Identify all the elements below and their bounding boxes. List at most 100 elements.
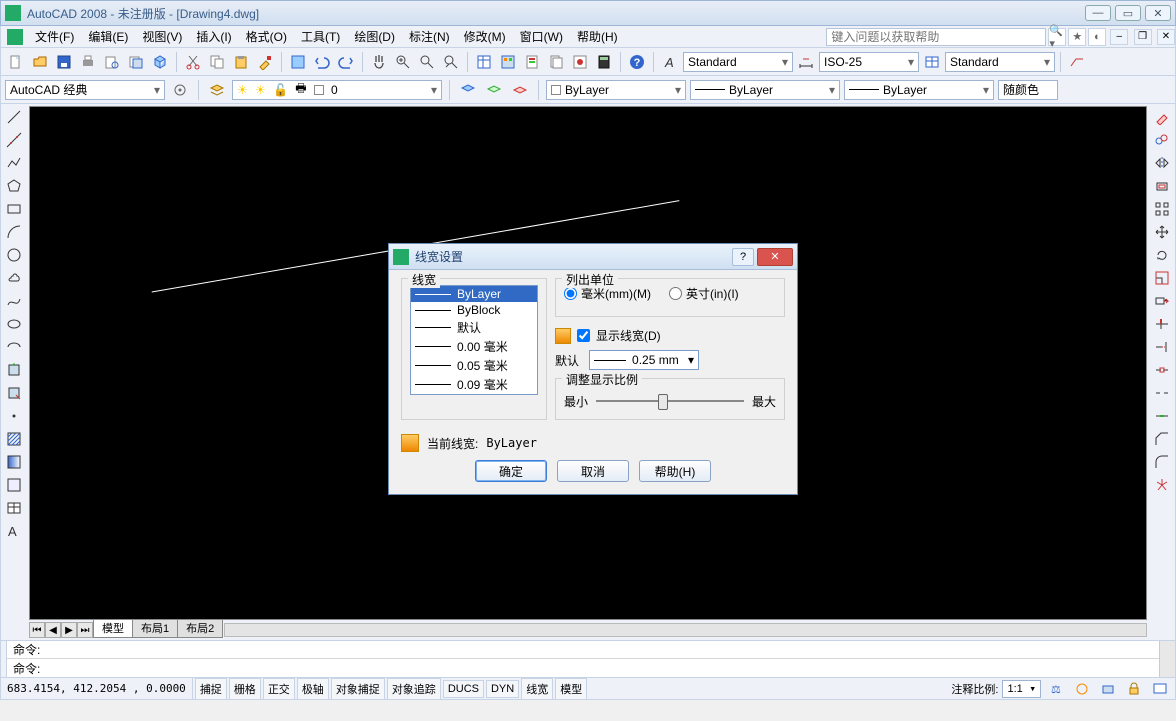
line-icon[interactable]: [3, 106, 25, 128]
lw-item-013[interactable]: 0.13 毫米: [411, 394, 537, 395]
save-icon[interactable]: [53, 51, 75, 73]
linetype-combo[interactable]: ByLayer▾: [690, 80, 840, 100]
radio-mm-input[interactable]: [564, 287, 577, 300]
ellipse-arc-icon[interactable]: [3, 336, 25, 358]
print-icon[interactable]: [77, 51, 99, 73]
dialog-title-bar[interactable]: 线宽设置 ? ✕: [389, 244, 797, 270]
toggle-grid[interactable]: 栅格: [229, 678, 261, 700]
menu-dimension[interactable]: 标注(N): [403, 26, 456, 47]
dialog-help-icon[interactable]: ?: [732, 248, 754, 266]
zoom-prev-icon[interactable]: [440, 51, 462, 73]
mdi-restore[interactable]: ❐: [1134, 29, 1152, 45]
join-icon[interactable]: [1151, 405, 1173, 427]
menu-edit[interactable]: 编辑(E): [82, 26, 134, 47]
plotstyle-combo[interactable]: 随颜色: [998, 80, 1058, 100]
erase-icon[interactable]: [1151, 106, 1173, 128]
hatch-icon[interactable]: [3, 428, 25, 450]
fillet-icon[interactable]: [1151, 451, 1173, 473]
lock-ui-icon[interactable]: [1123, 678, 1145, 700]
toggle-ducs[interactable]: DUCS: [443, 680, 484, 698]
slider-thumb[interactable]: [658, 394, 668, 410]
menu-tools[interactable]: 工具(T): [295, 26, 346, 47]
make-block-icon[interactable]: [3, 382, 25, 404]
gradient-icon[interactable]: [3, 451, 25, 473]
point-icon[interactable]: [3, 405, 25, 427]
menu-modify[interactable]: 修改(M): [458, 26, 512, 47]
offset-icon[interactable]: [1151, 175, 1173, 197]
help-search-input[interactable]: [826, 28, 1046, 46]
help-icon[interactable]: ?: [626, 51, 648, 73]
match-props-icon[interactable]: [254, 51, 276, 73]
trim-icon[interactable]: [1151, 313, 1173, 335]
chamfer-icon[interactable]: [1151, 428, 1173, 450]
publish-icon[interactable]: [125, 51, 147, 73]
table-style-combo[interactable]: Standard▾: [945, 52, 1055, 72]
lw-item-default[interactable]: 默认: [411, 318, 537, 337]
mirror-icon[interactable]: [1151, 152, 1173, 174]
favorite-icon[interactable]: ★: [1068, 28, 1086, 46]
anno-visibility-icon[interactable]: ⚖: [1045, 678, 1067, 700]
display-scale-slider[interactable]: [596, 391, 744, 411]
sheet-set-icon[interactable]: [545, 51, 567, 73]
menu-format[interactable]: 格式(O): [240, 26, 293, 47]
workspace-settings-icon[interactable]: [169, 79, 191, 101]
paste-icon[interactable]: [230, 51, 252, 73]
menu-draw[interactable]: 绘图(D): [348, 26, 401, 47]
tab-next-icon[interactable]: ▶: [61, 622, 77, 638]
properties-icon[interactable]: [473, 51, 495, 73]
tab-first-icon[interactable]: ⏮: [29, 622, 45, 638]
tab-last-icon[interactable]: ⏭: [77, 622, 93, 638]
dim-style-icon[interactable]: [795, 51, 817, 73]
region-icon[interactable]: [3, 474, 25, 496]
quickcalc-icon[interactable]: [593, 51, 615, 73]
coords-readout[interactable]: 683.4154, 412.2054 , 0.0000: [1, 678, 193, 699]
menu-view[interactable]: 视图(V): [136, 26, 188, 47]
explode-icon[interactable]: [1151, 474, 1173, 496]
copy-obj-icon[interactable]: [1151, 129, 1173, 151]
workspace-combo[interactable]: AutoCAD 经典▾: [5, 80, 165, 100]
tab-layout1[interactable]: 布局1: [132, 619, 178, 638]
pan-icon[interactable]: [368, 51, 390, 73]
mtext-icon[interactable]: A: [3, 520, 25, 542]
break-point-icon[interactable]: [1151, 359, 1173, 381]
lw-item-005[interactable]: 0.05 毫米: [411, 356, 537, 375]
show-lw-checkbox[interactable]: [577, 329, 590, 342]
table-style-icon[interactable]: [921, 51, 943, 73]
layer-state-icon[interactable]: [457, 79, 479, 101]
menu-window[interactable]: 窗口(W): [514, 26, 569, 47]
insert-block-icon[interactable]: [3, 359, 25, 381]
help-button[interactable]: 帮助(H): [639, 460, 711, 482]
layer-iso-icon[interactable]: [509, 79, 531, 101]
toggle-ortho[interactable]: 正交: [263, 678, 295, 700]
rectangle-icon[interactable]: [3, 198, 25, 220]
radio-inch-input[interactable]: [669, 287, 682, 300]
polygon-icon[interactable]: [3, 175, 25, 197]
stretch-icon[interactable]: [1151, 290, 1173, 312]
minimize-button[interactable]: —: [1085, 5, 1111, 21]
toggle-osnap[interactable]: 对象捕捉: [331, 678, 385, 700]
cancel-button[interactable]: 取消: [557, 460, 629, 482]
menu-insert[interactable]: 插入(I): [190, 26, 237, 47]
text-style-combo[interactable]: Standard▾: [683, 52, 793, 72]
break-icon[interactable]: [1151, 382, 1173, 404]
lw-item-bylayer[interactable]: ByLayer: [411, 286, 537, 302]
hscrollbar[interactable]: [224, 623, 1147, 637]
scale-icon[interactable]: [1151, 267, 1173, 289]
search-dropdown-icon[interactable]: 🔍▾: [1048, 28, 1066, 46]
radio-inch[interactable]: 英寸(in)(I): [669, 285, 739, 302]
dialog-close-icon[interactable]: ✕: [757, 248, 793, 266]
lw-item-009[interactable]: 0.09 毫米: [411, 375, 537, 394]
zoom-realtime-icon[interactable]: [392, 51, 414, 73]
tool-palettes-icon[interactable]: [521, 51, 543, 73]
ellipse-icon[interactable]: [3, 313, 25, 335]
zoom-window-icon[interactable]: [416, 51, 438, 73]
close-button[interactable]: ✕: [1145, 5, 1171, 21]
menu-file[interactable]: 文件(F): [29, 26, 80, 47]
mdi-minimize[interactable]: –: [1110, 29, 1128, 45]
multileader-icon[interactable]: [1066, 51, 1088, 73]
anno-auto-icon[interactable]: [1071, 678, 1093, 700]
toggle-model[interactable]: 模型: [555, 678, 587, 700]
array-icon[interactable]: [1151, 198, 1173, 220]
default-lw-combo[interactable]: 0.25 mm▾: [589, 350, 699, 370]
polyline-icon[interactable]: [3, 152, 25, 174]
